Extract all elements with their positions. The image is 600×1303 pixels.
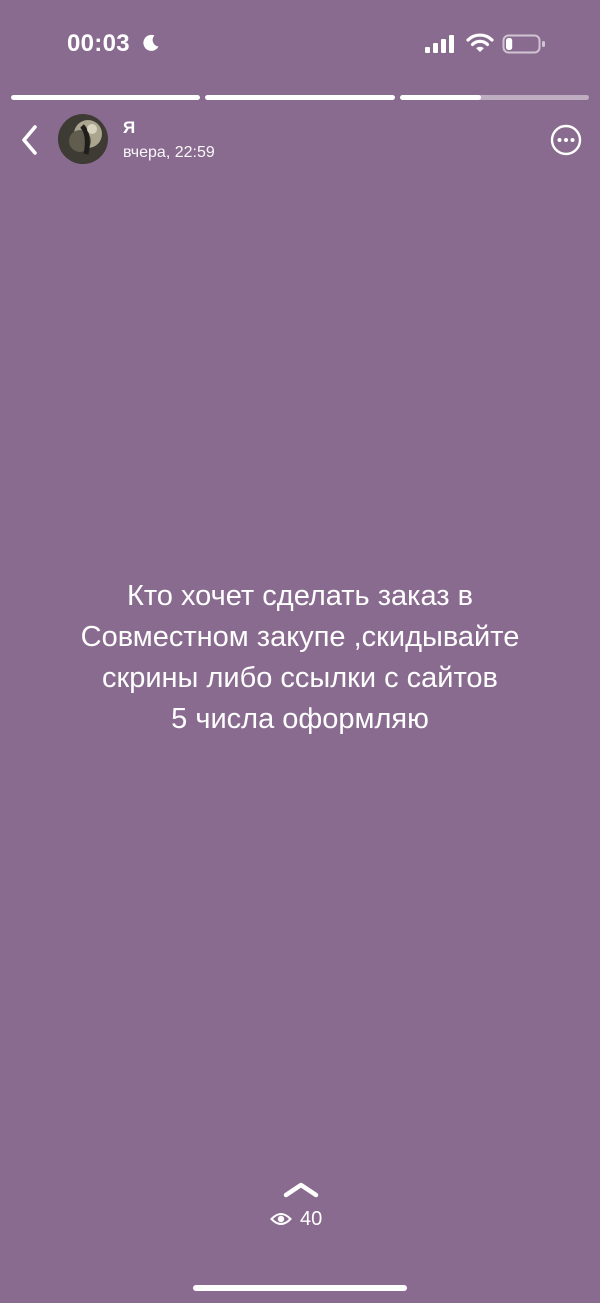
status-bar: 00:03: [0, 0, 600, 90]
story-author-name[interactable]: Я: [123, 118, 135, 138]
story-text: Кто хочет сделать заказ в Совместном зак…: [20, 576, 580, 740]
story-text-line: Совместном закупе ,скидывайте: [80, 621, 520, 653]
story-progress: [11, 95, 589, 100]
avatar-image: [58, 114, 108, 164]
back-button[interactable]: [12, 120, 48, 160]
chevron-left-icon: [22, 125, 37, 155]
story-text-line: скрины либо ссылки с сайтов: [102, 662, 498, 694]
views-count: 40: [300, 1207, 323, 1230]
story-progress-segment: [11, 95, 201, 100]
story-progress-fill: [11, 95, 201, 100]
story-progress-segment: [399, 95, 589, 100]
wifi-icon: [466, 33, 494, 52]
more-options-icon[interactable]: [550, 124, 582, 156]
signal-icon: [425, 35, 454, 53]
avatar[interactable]: [58, 114, 108, 164]
eye-icon: [270, 1213, 292, 1225]
home-indicator[interactable]: [193, 1285, 407, 1291]
story-progress-fill: [399, 95, 482, 100]
chevron-up-icon[interactable]: [282, 1178, 320, 1200]
story-progress-fill: [205, 95, 395, 100]
status-time: 00:03: [67, 30, 130, 57]
views-counter[interactable]: 40: [270, 1207, 340, 1231]
story-screen[interactable]: 00:03 Я вчера, 22:59 Кто хочет сделать з…: [0, 0, 600, 1303]
story-text-line: Кто хочет сделать заказ в: [126, 580, 474, 612]
moon-icon: [143, 34, 159, 51]
story-progress-segment: [205, 95, 395, 100]
story-timestamp: вчера, 22:59: [123, 144, 215, 161]
battery-icon: [502, 34, 545, 54]
story-text-line: 5 числа оформляю: [171, 703, 429, 735]
